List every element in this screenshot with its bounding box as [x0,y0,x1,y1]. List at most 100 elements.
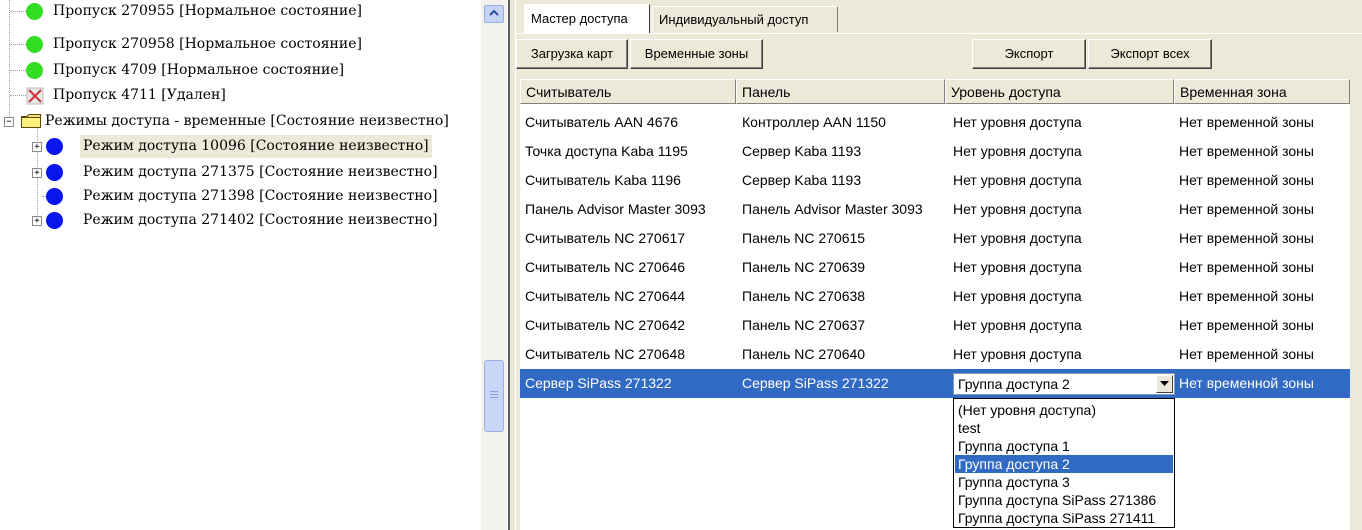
access-level-cell[interactable]: Нет уровня доступа [953,137,1082,166]
access-level-cell[interactable]: Нет уровня доступа [953,253,1082,282]
table-row[interactable]: Считыватель AAN 4676 Контроллер AAN 1150… [520,108,1350,137]
reader-cell: Считыватель NC 270646 [525,259,686,275]
panel-cell: Панель NC 270640 [742,346,866,362]
dropdown-option[interactable]: test [955,419,1173,437]
table-row[interactable]: Считыватель NC 270646 Панель NC 270639 Н… [520,253,1350,282]
table-row[interactable]: Точка доступа Kaba 1195 Сервер Kaba 1193… [520,137,1350,166]
time-zone-cell[interactable]: Нет временной зоны [1179,108,1314,137]
access-level-cell[interactable]: Нет уровня доступа [953,224,1082,253]
access-level-cell[interactable]: Нет уровня доступа [953,195,1082,224]
dropdown-option-selected[interactable]: Группа доступа 2 [955,455,1173,473]
panel-cell: Сервер Kaba 1193 [742,172,862,188]
pane-splitter[interactable] [508,0,516,530]
time-zone-cell[interactable]: Нет временной зоны [1179,253,1314,282]
folder-icon [21,114,41,128]
reader-cell: Точка доступа Kaba 1195 [525,143,688,159]
table-row[interactable]: Считыватель NC 270644 Панель NC 270638 Н… [520,282,1350,311]
reader-cell: Считыватель AAN 4676 [525,114,679,130]
tree-connector [10,11,26,12]
tree-item-label: Режим доступа 271402 [Состояние неизвест… [83,212,438,228]
table-row-selected[interactable]: Сервер SiPass 271322 Сервер SiPass 27132… [520,369,1350,398]
tree-view[interactable]: Пропуск 270955 [Нормальное состояние] Пр… [0,0,480,530]
combo-dropdown-button[interactable] [1156,375,1173,393]
panel-cell: Сервер SiPass 271322 [742,375,889,391]
time-zone-cell[interactable]: Нет временной зоны [1179,282,1314,311]
collapse-icon[interactable]: − [4,117,14,127]
grip-line [490,391,498,392]
tree-scrollbar[interactable] [481,0,507,530]
tree-item-label: Пропуск 270955 [Нормальное состояние] [53,3,362,19]
time-zones-button[interactable]: Временные зоны [630,39,763,69]
column-header-access-level[interactable]: Уровень доступа [945,79,1174,104]
time-zone-cell[interactable]: Нет временной зоны [1179,340,1314,369]
access-level-combo[interactable]: Группа доступа 2 [953,373,1175,395]
tree-item-label: Режим доступа 10096 [Состояние неизвестн… [80,135,432,158]
column-header-time-zone[interactable]: Временная зона [1174,79,1350,104]
access-level-dropdown-list[interactable]: (Нет уровня доступа) test Группа доступа… [953,398,1175,528]
expand-icon[interactable]: + [32,168,42,178]
panel-cell: Панель Advisor Master 3093 [742,201,923,217]
green-status-icon [26,62,43,79]
time-zone-cell[interactable]: Нет временной зоны [1179,311,1314,340]
tab-individual-access[interactable]: Индивидуальный доступ [652,6,838,32]
grip-line [490,394,498,395]
column-header-panel[interactable]: Панель [736,79,945,104]
access-grid[interactable]: Считыватель Панель Уровень доступа Време… [520,79,1350,530]
access-level-cell[interactable]: Нет уровня доступа [953,282,1082,311]
green-status-icon [26,3,43,20]
chevron-down-icon [1160,381,1169,386]
chevron-up-icon [489,9,499,16]
dropdown-option[interactable]: Группа доступа 1 [955,437,1173,455]
tree-item-label: Пропуск 4709 [Нормальное состояние] [53,62,345,78]
column-header-reader[interactable]: Считыватель [520,79,736,104]
table-row[interactable]: Считыватель NC 270617 Панель NC 270615 Н… [520,224,1350,253]
panel-cell: Контроллер AAN 1150 [742,114,886,130]
reader-cell: Считыватель NC 270644 [525,288,686,304]
reader-cell: Панель Advisor Master 3093 [525,201,706,217]
table-row[interactable]: Считыватель NC 270642 Панель NC 270637 Н… [520,311,1350,340]
export-all-button[interactable]: Экспорт всех [1088,39,1212,69]
export-button[interactable]: Экспорт [972,39,1086,69]
tree-item-label: Пропуск 4711 [Удален] [53,87,226,103]
access-level-cell[interactable]: Нет уровня доступа [953,108,1082,137]
green-status-icon [26,36,43,53]
table-row[interactable]: Считыватель NC 270648 Панель NC 270640 Н… [520,340,1350,369]
panel-cell: Панель NC 270637 [742,317,866,333]
time-zone-cell[interactable]: Нет временной зоны [1179,369,1314,398]
panel-cell: Панель NC 270615 [742,230,866,246]
table-row[interactable]: Считыватель Kaba 1196 Сервер Kaba 1193 Н… [520,166,1350,195]
tree-item-label: Режим доступа 271375 [Состояние неизвест… [83,164,438,180]
tree-connector [9,0,10,121]
panel-cell: Панель NC 270639 [742,259,866,275]
dropdown-option[interactable]: (Нет уровня доступа) [955,401,1173,419]
time-zone-cell[interactable]: Нет временной зоны [1179,195,1314,224]
reader-cell: Считыватель Kaba 1196 [525,172,681,188]
access-level-combo-value: Группа доступа 2 [958,376,1070,392]
time-zone-cell[interactable]: Нет временной зоны [1179,137,1314,166]
tree-item-label: Режим доступа 271398 [Состояние неизвест… [83,188,438,204]
access-level-cell[interactable]: Нет уровня доступа [953,166,1082,195]
blue-status-icon [46,164,63,181]
scroll-up-button[interactable] [484,5,504,23]
expand-icon[interactable]: + [32,142,42,152]
dropdown-option[interactable]: Группа доступа 3 [955,473,1173,491]
load-cards-button[interactable]: Загрузка карт [516,39,628,69]
dropdown-option[interactable]: Группа доступа SiPass 271386 [955,491,1173,509]
tab-divider [516,33,1362,34]
expand-icon[interactable]: + [32,216,42,226]
reader-cell: Считыватель NC 270642 [525,317,686,333]
scroll-thumb[interactable] [484,360,504,432]
access-level-cell[interactable]: Нет уровня доступа [953,311,1082,340]
tree-item-label: Режимы доступа - временные [Состояние не… [45,113,449,129]
time-zone-cell[interactable]: Нет временной зоны [1179,224,1314,253]
time-zone-cell[interactable]: Нет временной зоны [1179,166,1314,195]
tree-item-label: Пропуск 270958 [Нормальное состояние] [53,36,362,52]
blue-status-icon [46,188,63,205]
dropdown-option[interactable]: Группа доступа SiPass 271411 [955,509,1173,527]
table-row[interactable]: Панель Advisor Master 3093 Панель Adviso… [520,195,1350,224]
tab-access-master[interactable]: Мастер доступа [524,4,650,34]
deleted-x-icon [26,87,44,105]
panel-cell: Сервер Kaba 1193 [742,143,862,159]
access-level-cell[interactable]: Нет уровня доступа [953,340,1082,369]
grip-line [490,397,498,398]
